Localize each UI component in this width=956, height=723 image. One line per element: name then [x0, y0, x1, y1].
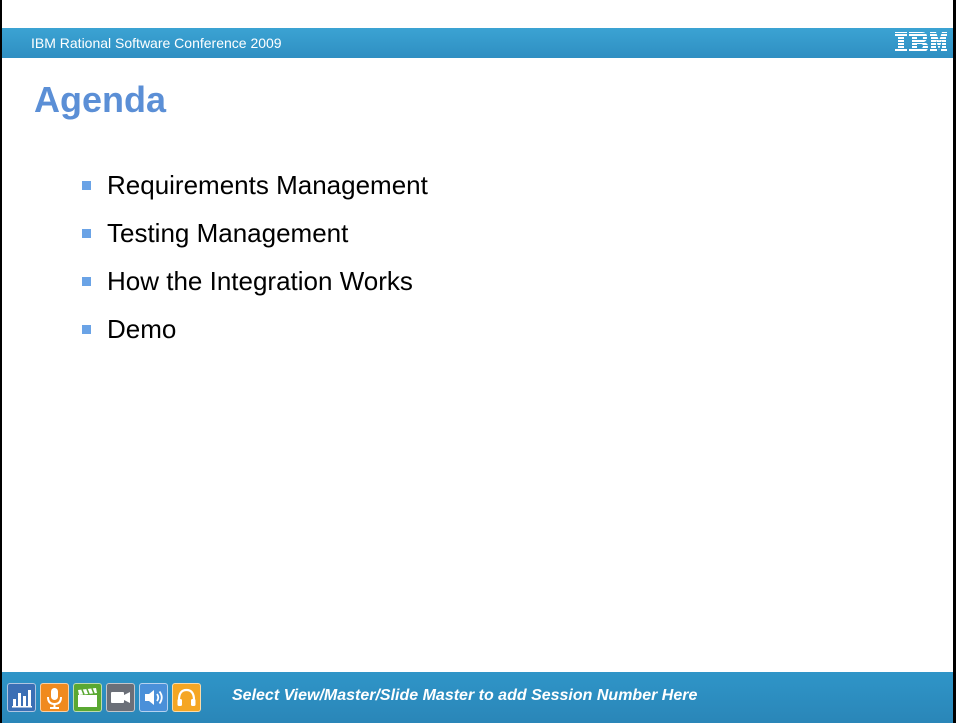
square-bullet-icon [82, 277, 91, 286]
conference-title: IBM Rational Software Conference 2009 [31, 35, 282, 51]
square-bullet-icon [82, 229, 91, 238]
slide-border-left [0, 0, 2, 723]
headphones-icon [172, 683, 201, 712]
ibm-logo [894, 31, 948, 53]
agenda-item-label: Demo [107, 314, 177, 344]
agenda-item: Demo [82, 309, 428, 357]
agenda-item-label: Requirements Management [107, 170, 428, 200]
agenda-item-label: How the Integration Works [107, 266, 413, 296]
square-bullet-icon [82, 325, 91, 334]
slide: IBM Rational Software Conference 2009 Ag… [0, 0, 956, 723]
agenda-list: Requirements Management Testing Manageme… [82, 165, 428, 357]
agenda-item: How the Integration Works [82, 261, 428, 309]
clapperboard-icon [73, 683, 102, 712]
square-bullet-icon [82, 181, 91, 190]
ibm-logo-icon [895, 32, 947, 52]
footer-icon-strip [7, 683, 201, 713]
camera-icon [106, 683, 135, 712]
session-number-placeholder: Select View/Master/Slide Master to add S… [232, 687, 698, 704]
agenda-item-label: Testing Management [107, 218, 349, 248]
microphone-icon [40, 683, 69, 712]
slide-title: Agenda [34, 79, 167, 120]
agenda-item: Requirements Management [82, 165, 428, 213]
agenda-item: Testing Management [82, 213, 428, 261]
speaker-icon [139, 683, 168, 712]
chart-icon [7, 683, 36, 712]
